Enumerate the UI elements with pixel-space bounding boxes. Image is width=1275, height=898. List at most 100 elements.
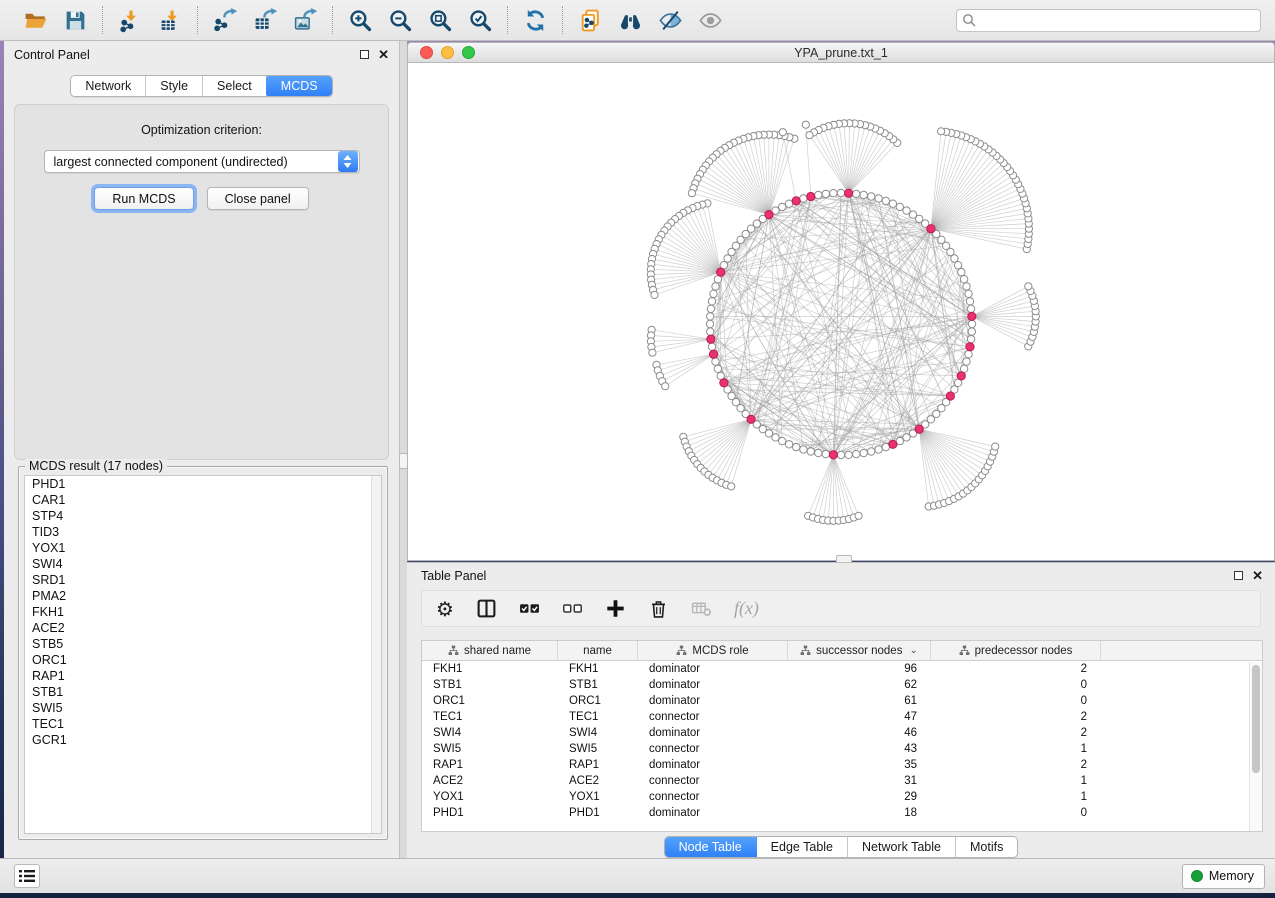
close-panel-icon[interactable]: ✕ — [378, 48, 389, 61]
column-header-successor-nodes[interactable]: successor nodes⌄ — [788, 641, 931, 660]
mcds-result-item[interactable]: PMA2 — [25, 588, 381, 604]
zoom-out-button[interactable] — [383, 4, 417, 36]
column-header-shared-name[interactable]: shared name — [422, 641, 558, 660]
table-toolbar: ⚙f(x) — [421, 590, 1261, 627]
tab-style[interactable]: Style — [146, 76, 203, 96]
mcds-result-item[interactable]: SRD1 — [25, 572, 381, 588]
mcds-result-item[interactable]: STB5 — [25, 636, 381, 652]
mcds-result-item[interactable]: RAP1 — [25, 668, 381, 684]
mcds-result-item[interactable]: STP4 — [25, 508, 381, 524]
gear-icon[interactable]: ⚙ — [436, 597, 454, 621]
zoom-fit-button[interactable] — [423, 4, 457, 36]
tab-select[interactable]: Select — [203, 76, 267, 96]
zoom-selected-button[interactable] — [463, 4, 497, 36]
control-panel-tabbar: NetworkStyleSelectMCDS — [4, 75, 399, 97]
mcds-result-item[interactable]: CAR1 — [25, 492, 381, 508]
export-network-button[interactable] — [208, 4, 242, 36]
search-field-wrap — [956, 9, 1261, 32]
zoom-in-button[interactable] — [343, 4, 377, 36]
cell-name: ORC1 — [558, 693, 638, 709]
float-panel-icon[interactable] — [360, 50, 369, 59]
network-view-canvas[interactable] — [408, 63, 1275, 561]
column-header-name[interactable]: name — [558, 641, 638, 660]
column-header-predecessor-nodes[interactable]: predecessor nodes — [931, 641, 1101, 660]
close-panel-button[interactable]: Close panel — [207, 187, 309, 210]
import-network-button[interactable] — [113, 4, 147, 36]
tab-mcds[interactable]: MCDS — [266, 75, 333, 97]
column-namespace-icon — [448, 645, 459, 656]
delete-icon[interactable] — [648, 597, 669, 621]
criterion-dropdown[interactable]: largest connected component (undirected) — [44, 150, 360, 173]
table-row[interactable]: YOX1YOX1connector291 — [422, 789, 1262, 805]
table-tab-node-table[interactable]: Node Table — [664, 836, 758, 858]
hide-selected-button[interactable] — [653, 4, 687, 36]
open-folder-button[interactable] — [18, 4, 52, 36]
mcds-result-item[interactable]: GCR1 — [25, 732, 381, 748]
mcds-result-item[interactable]: PHD1 — [25, 476, 381, 492]
mcds-result-item[interactable]: TID3 — [25, 524, 381, 540]
mcds-result-item[interactable]: YOX1 — [25, 540, 381, 556]
table-row[interactable]: PHD1PHD1dominator180 — [422, 805, 1262, 821]
toolbar-group — [563, 4, 737, 36]
clone-network-button[interactable] — [573, 4, 607, 36]
import-table-button[interactable] — [153, 4, 187, 36]
cell-shared-name: YOX1 — [422, 789, 558, 805]
task-history-button[interactable] — [14, 864, 40, 888]
table-tab-network-table[interactable]: Network Table — [848, 837, 956, 857]
show-all-button — [693, 4, 727, 36]
select-all-icon[interactable] — [519, 597, 540, 621]
table-scrollbar[interactable] — [1249, 662, 1262, 831]
table-panel: Table Panel ✕ ⚙f(x) shared namenameMCDS … — [407, 562, 1275, 858]
mcds-result-item[interactable]: ORC1 — [25, 652, 381, 668]
run-mcds-button[interactable]: Run MCDS — [94, 187, 193, 210]
table-row[interactable]: ORC1ORC1dominator610 — [422, 693, 1262, 709]
mcds-result-item[interactable]: FKH1 — [25, 604, 381, 620]
table-row[interactable]: TEC1TEC1connector472 — [422, 709, 1262, 725]
cell-MCDS-role: connector — [638, 773, 788, 789]
export-image-button[interactable] — [288, 4, 322, 36]
table-row[interactable]: SWI5SWI5connector431 — [422, 741, 1262, 757]
delete-table-icon — [691, 597, 712, 621]
cell-successor-nodes: 61 — [788, 693, 931, 709]
add-icon[interactable] — [605, 597, 626, 621]
search-input[interactable] — [956, 9, 1261, 32]
tab-network[interactable]: Network — [71, 76, 146, 96]
vertical-splitter[interactable] — [400, 41, 407, 858]
zoom-fit-icon — [428, 8, 453, 33]
mcds-list-scrollbar[interactable] — [371, 476, 381, 833]
table-row[interactable]: RAP1RAP1dominator352 — [422, 757, 1262, 773]
mcds-result-item[interactable]: TEC1 — [25, 716, 381, 732]
export-table-icon — [253, 8, 278, 33]
float-table-panel-icon[interactable] — [1234, 571, 1243, 580]
table-row[interactable]: STB1STB1dominator620 — [422, 677, 1262, 693]
mcds-result-item[interactable]: STB1 — [25, 684, 381, 700]
search-icon — [962, 13, 976, 27]
table-row[interactable]: ACE2ACE2connector311 — [422, 773, 1262, 789]
column-header-filler — [1101, 641, 1262, 660]
row-list-icon — [19, 869, 35, 883]
cell-name: YOX1 — [558, 789, 638, 805]
deselect-all-icon[interactable] — [562, 597, 583, 621]
clone-network-icon — [578, 8, 603, 33]
binoculars-button[interactable] — [613, 4, 647, 36]
mcds-result-item[interactable]: SWI4 — [25, 556, 381, 572]
column-namespace-icon — [800, 645, 811, 656]
control-panel-title: Control Panel — [14, 48, 90, 62]
refresh-button[interactable] — [518, 4, 552, 36]
mcds-result-item[interactable]: SWI5 — [25, 700, 381, 716]
export-table-button[interactable] — [248, 4, 282, 36]
zoom-in-icon — [348, 8, 373, 33]
table-tab-motifs[interactable]: Motifs — [956, 837, 1017, 857]
table-scrollbar-thumb[interactable] — [1252, 665, 1260, 773]
cell-shared-name: SWI4 — [422, 725, 558, 741]
split-view-icon[interactable] — [476, 597, 497, 621]
table-tab-edge-table[interactable]: Edge Table — [757, 837, 848, 857]
column-header-MCDS-role[interactable]: MCDS role — [638, 641, 788, 660]
save-button[interactable] — [58, 4, 92, 36]
memory-button[interactable]: Memory — [1182, 864, 1265, 889]
optimization-criterion-label: Optimization criterion: — [15, 123, 388, 137]
table-row[interactable]: SWI4SWI4dominator462 — [422, 725, 1262, 741]
mcds-result-item[interactable]: ACE2 — [25, 620, 381, 636]
table-row[interactable]: FKH1FKH1dominator962 — [422, 661, 1262, 677]
close-table-panel-icon[interactable]: ✕ — [1252, 569, 1263, 582]
